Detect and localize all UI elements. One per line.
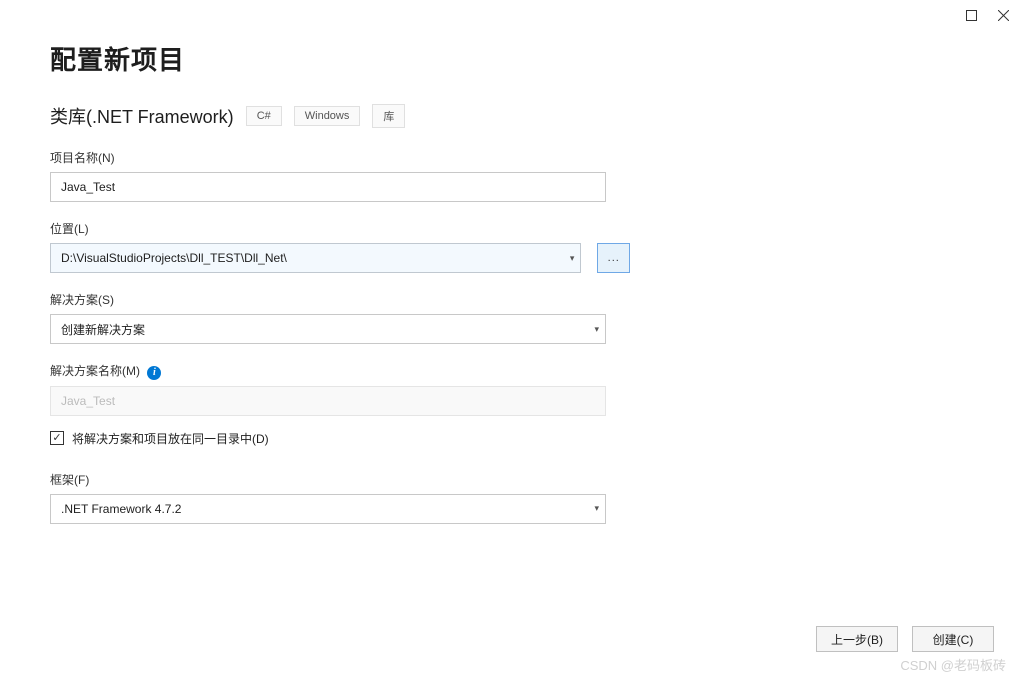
page-title: 配置新项目: [50, 40, 630, 77]
location-value: D:\VisualStudioProjects\Dll_TEST\Dll_Net…: [61, 251, 287, 265]
project-name-label: 项目名称(N): [50, 149, 630, 166]
browse-label: ...: [608, 252, 620, 264]
chevron-down-icon: ▾: [570, 253, 575, 264]
solution-label: 解决方案(S): [50, 291, 630, 308]
framework-combo[interactable]: .NET Framework 4.7.2 ▾: [50, 494, 606, 524]
solution-name-value: Java_Test: [61, 394, 115, 408]
solution-name-label: 解决方案名称(M) i: [50, 362, 630, 380]
info-icon[interactable]: i: [147, 366, 161, 380]
create-button[interactable]: 创建(C): [912, 626, 994, 652]
solution-value: 创建新解决方案: [61, 321, 145, 338]
close-icon[interactable]: [996, 8, 1010, 22]
project-name-input[interactable]: Java_Test: [50, 172, 606, 202]
same-directory-label: 将解决方案和项目放在同一目录中(D): [72, 430, 269, 447]
solution-combo[interactable]: 创建新解决方案 ▾: [50, 314, 606, 344]
same-directory-checkbox[interactable]: ✓: [50, 431, 64, 445]
maximize-icon[interactable]: [964, 8, 978, 22]
back-button[interactable]: 上一步(B): [816, 626, 898, 652]
location-label: 位置(L): [50, 220, 630, 237]
tag-category: 库: [372, 104, 405, 128]
framework-label: 框架(F): [50, 471, 630, 488]
chevron-down-icon: ▾: [594, 503, 599, 514]
project-type-label: 类库(.NET Framework): [50, 103, 234, 129]
watermark: CSDN @老码板砖: [900, 655, 1006, 674]
tag-language: C#: [246, 106, 282, 126]
location-combo[interactable]: D:\VisualStudioProjects\Dll_TEST\Dll_Net…: [50, 243, 581, 273]
tag-platform: Windows: [294, 106, 361, 126]
solution-name-input: Java_Test: [50, 386, 606, 416]
browse-button[interactable]: ...: [597, 243, 630, 273]
chevron-down-icon: ▾: [594, 324, 599, 335]
project-name-value: Java_Test: [61, 180, 115, 194]
framework-value: .NET Framework 4.7.2: [61, 502, 181, 516]
